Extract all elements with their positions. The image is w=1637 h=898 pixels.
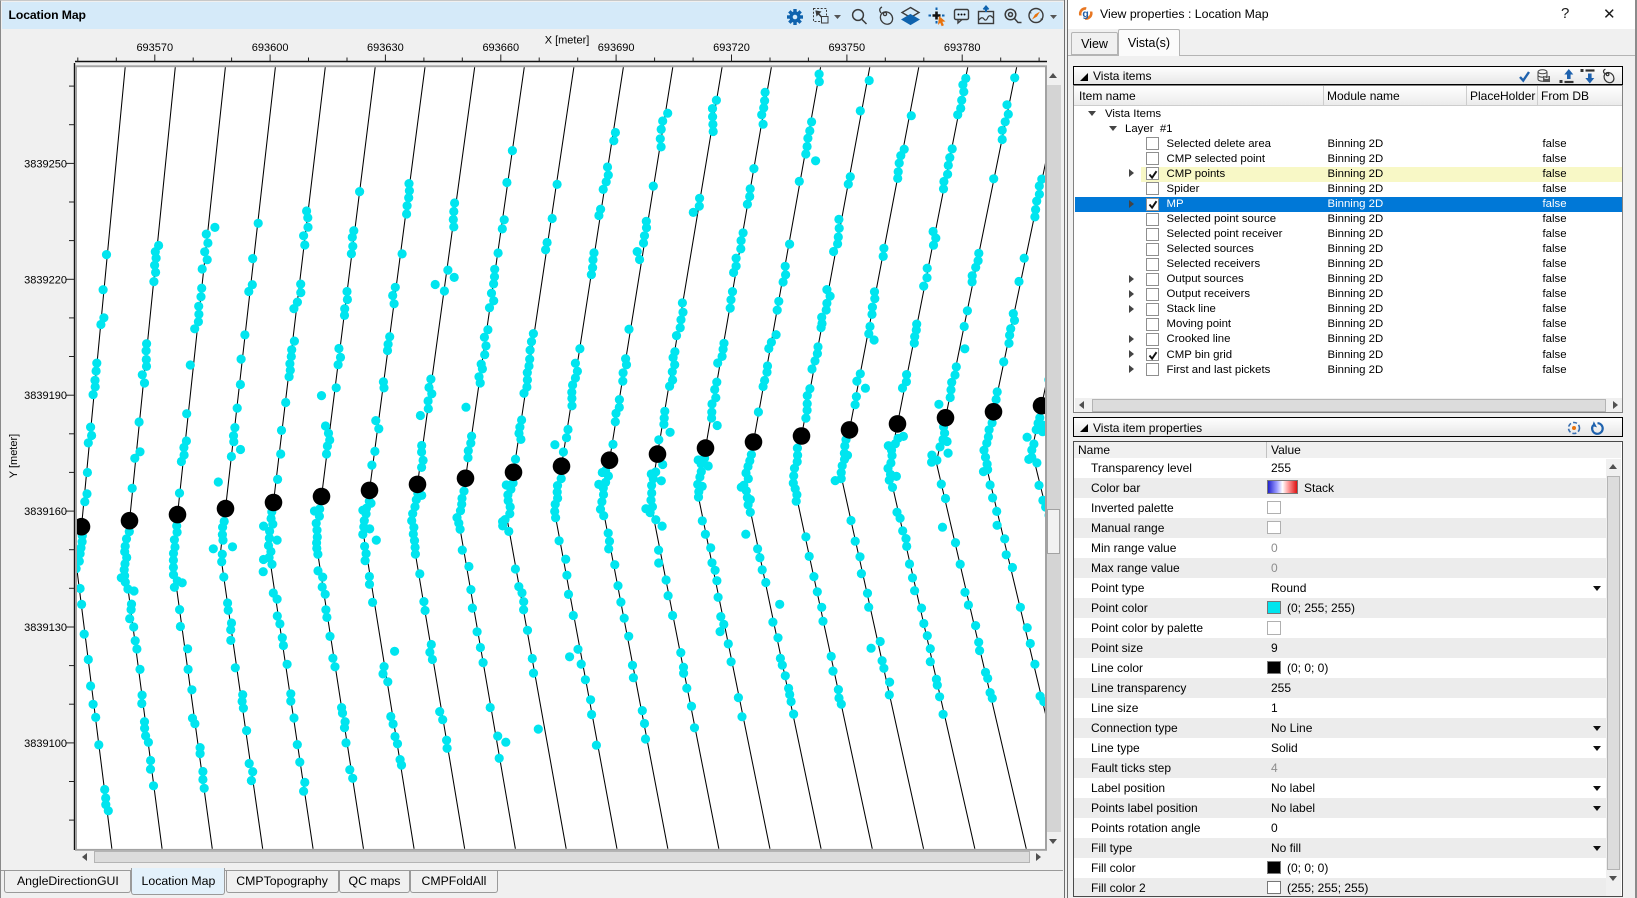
svg-text:693600: 693600 bbox=[252, 42, 289, 54]
svg-text:X [meter]: X [meter] bbox=[545, 35, 590, 47]
svg-text:3839100: 3839100 bbox=[24, 738, 67, 750]
svg-text:693630: 693630 bbox=[367, 42, 404, 54]
svg-text:3839220: 3839220 bbox=[24, 274, 67, 286]
svg-text:693660: 693660 bbox=[482, 42, 519, 54]
svg-text:3839160: 3839160 bbox=[24, 506, 67, 518]
svg-text:693570: 693570 bbox=[136, 42, 173, 54]
svg-text:Y [meter]: Y [meter] bbox=[8, 434, 20, 478]
svg-text:693690: 693690 bbox=[598, 42, 635, 54]
svg-text:693780: 693780 bbox=[944, 42, 981, 54]
svg-text:3839130: 3839130 bbox=[24, 622, 67, 634]
svg-text:3839250: 3839250 bbox=[24, 158, 67, 170]
svg-text:3839190: 3839190 bbox=[24, 390, 67, 402]
svg-text:693720: 693720 bbox=[713, 42, 750, 54]
svg-text:693750: 693750 bbox=[828, 42, 865, 54]
svg-text:g: g bbox=[1082, 8, 1088, 20]
